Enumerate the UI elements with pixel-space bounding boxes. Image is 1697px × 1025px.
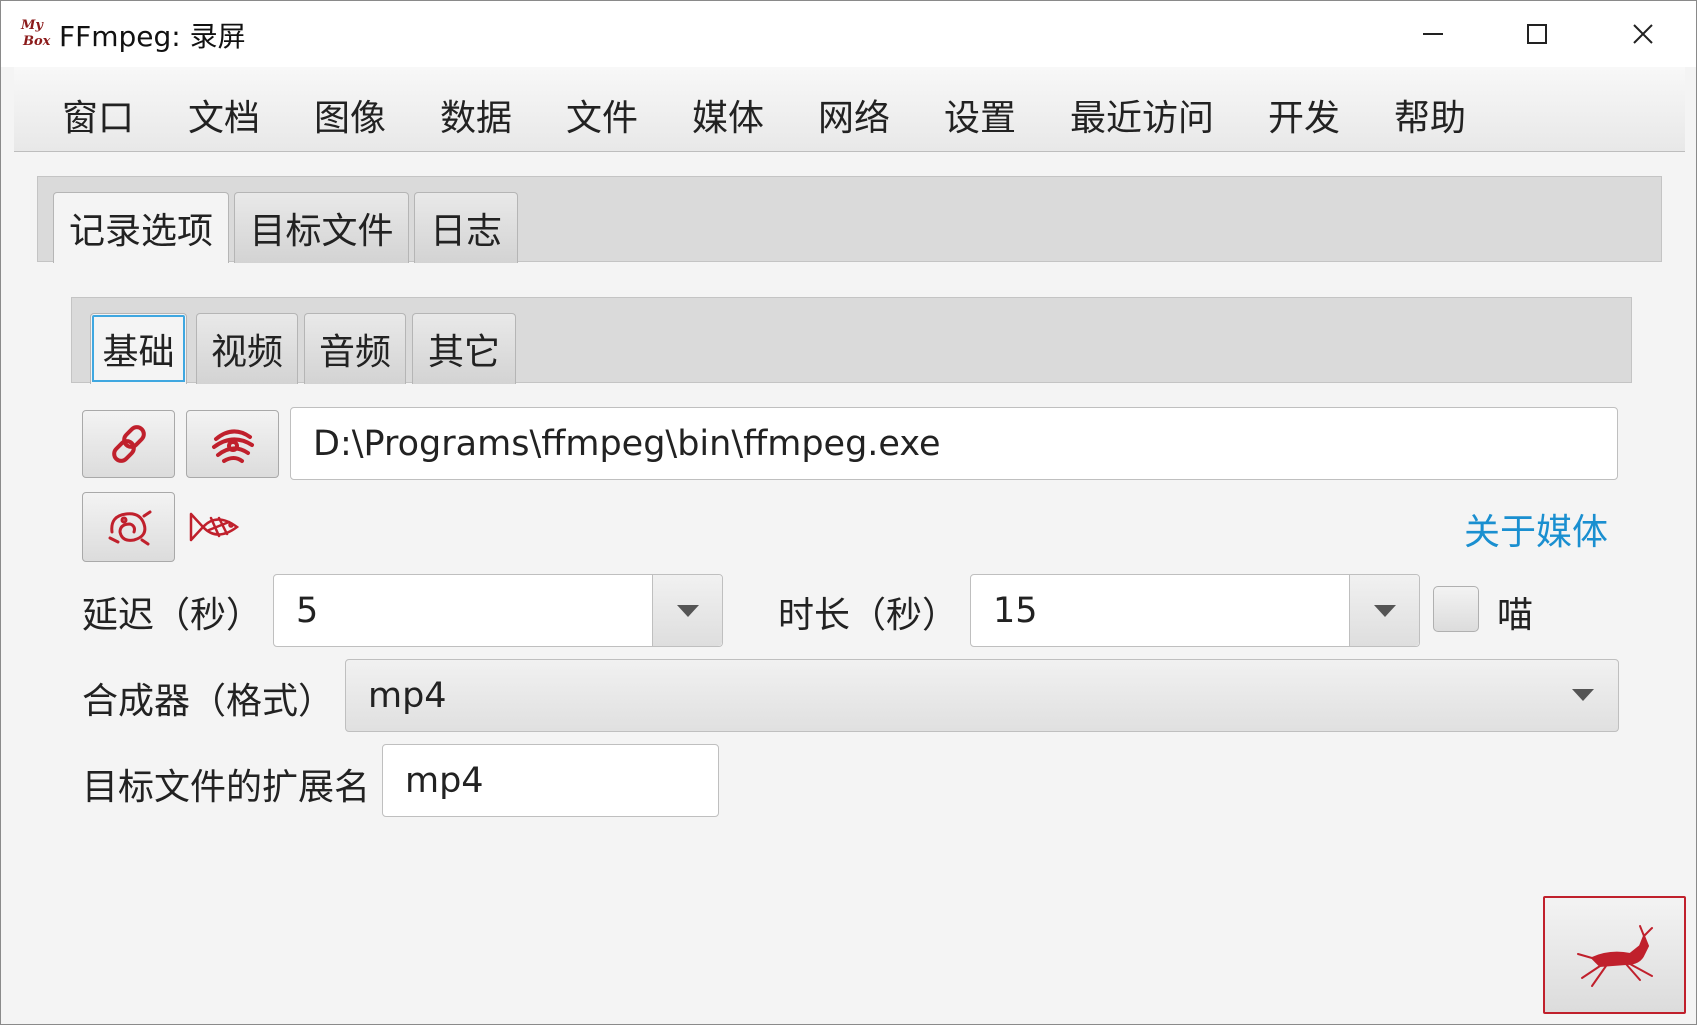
- miao-checkbox[interactable]: [1433, 586, 1479, 632]
- menu-network[interactable]: 网络: [818, 89, 890, 141]
- tab-video[interactable]: 视频: [196, 313, 298, 384]
- tab-basic[interactable]: 基础: [90, 313, 187, 384]
- chevron-down-icon: [1572, 689, 1594, 701]
- link-button[interactable]: [82, 410, 175, 478]
- download-button[interactable]: [186, 410, 279, 478]
- minimize-icon: [1423, 33, 1443, 35]
- chevron-down-icon: [676, 604, 699, 617]
- menu-document[interactable]: 文档: [188, 89, 260, 141]
- about-media-link[interactable]: 关于媒体: [1464, 503, 1608, 555]
- menu-data[interactable]: 数据: [440, 89, 512, 141]
- maximize-button[interactable]: [1487, 1, 1587, 67]
- menu-file[interactable]: 文件: [566, 89, 638, 141]
- delay-label: 延迟（秒）: [82, 595, 263, 636]
- svg-text:Box: Box: [22, 34, 51, 49]
- tab-record-options[interactable]: 记录选项: [53, 192, 229, 263]
- delay-combo[interactable]: 5: [273, 574, 723, 647]
- start-button[interactable]: [1543, 896, 1686, 1014]
- sub-tab-bar: 基础 视频 音频 其它: [71, 297, 1632, 384]
- muxer-value[interactable]: mp4: [368, 660, 447, 731]
- chain-link-icon: [111, 425, 146, 463]
- close-icon: [1633, 24, 1653, 44]
- menu-help[interactable]: 帮助: [1394, 89, 1466, 141]
- window-title: FFmpeg: 录屏: [59, 20, 246, 53]
- tab-target-file[interactable]: 目标文件: [234, 192, 409, 263]
- duration-combo[interactable]: 15: [970, 574, 1420, 647]
- fish-icon[interactable]: [187, 506, 243, 548]
- ffmpeg-path-field[interactable]: D:\Programs\ffmpeg\bin\ffmpeg.exe: [290, 407, 1618, 480]
- menu-image[interactable]: 图像: [314, 89, 386, 141]
- running-deer-icon: [1576, 925, 1653, 987]
- mybox-logo-icon: My Box: [20, 18, 51, 49]
- duration-label: 时长（秒）: [778, 595, 959, 636]
- extension-label: 目标文件的扩展名: [82, 767, 371, 808]
- minimize-button[interactable]: [1383, 1, 1483, 67]
- duration-value[interactable]: 15: [993, 575, 1038, 646]
- miao-checkbox-label[interactable]: 喵: [1497, 586, 1533, 638]
- menu-recent[interactable]: 最近访问: [1070, 89, 1214, 141]
- muxer-combo[interactable]: mp4: [345, 659, 1619, 732]
- tab-audio[interactable]: 音频: [304, 313, 406, 384]
- muxer-label: 合成器（格式）: [82, 681, 335, 722]
- menu-develop[interactable]: 开发: [1268, 89, 1340, 141]
- title-bar: My Box FFmpeg: 录屏: [1, 1, 1696, 67]
- menu-window[interactable]: 窗口: [62, 89, 134, 141]
- app-window: My Box FFmpeg: 录屏 窗口 文档 图像 数据 文件 媒体 网络 设…: [0, 0, 1697, 1025]
- menu-settings[interactable]: 设置: [944, 89, 1016, 141]
- settings-button[interactable]: [82, 492, 175, 562]
- chevron-down-icon: [1373, 604, 1396, 617]
- close-button[interactable]: [1593, 1, 1693, 67]
- tab-other[interactable]: 其它: [412, 313, 516, 384]
- extension-field[interactable]: mp4: [382, 744, 719, 817]
- main-tab-bar: 记录选项 目标文件 日志: [37, 176, 1662, 263]
- maximize-icon: [1527, 24, 1547, 44]
- spiral-cloud-icon: [211, 429, 254, 463]
- menu-bar: 窗口 文档 图像 数据 文件 媒体 网络 设置 最近访问 开发 帮助: [14, 67, 1685, 152]
- duration-dropdown-button[interactable]: [1349, 575, 1419, 646]
- svg-text:My: My: [20, 18, 44, 33]
- tab-log[interactable]: 日志: [414, 192, 518, 263]
- coiled-dragon-icon: [108, 510, 151, 546]
- delay-dropdown-button[interactable]: [652, 575, 722, 646]
- menu-media[interactable]: 媒体: [692, 89, 764, 141]
- delay-value[interactable]: 5: [296, 575, 318, 646]
